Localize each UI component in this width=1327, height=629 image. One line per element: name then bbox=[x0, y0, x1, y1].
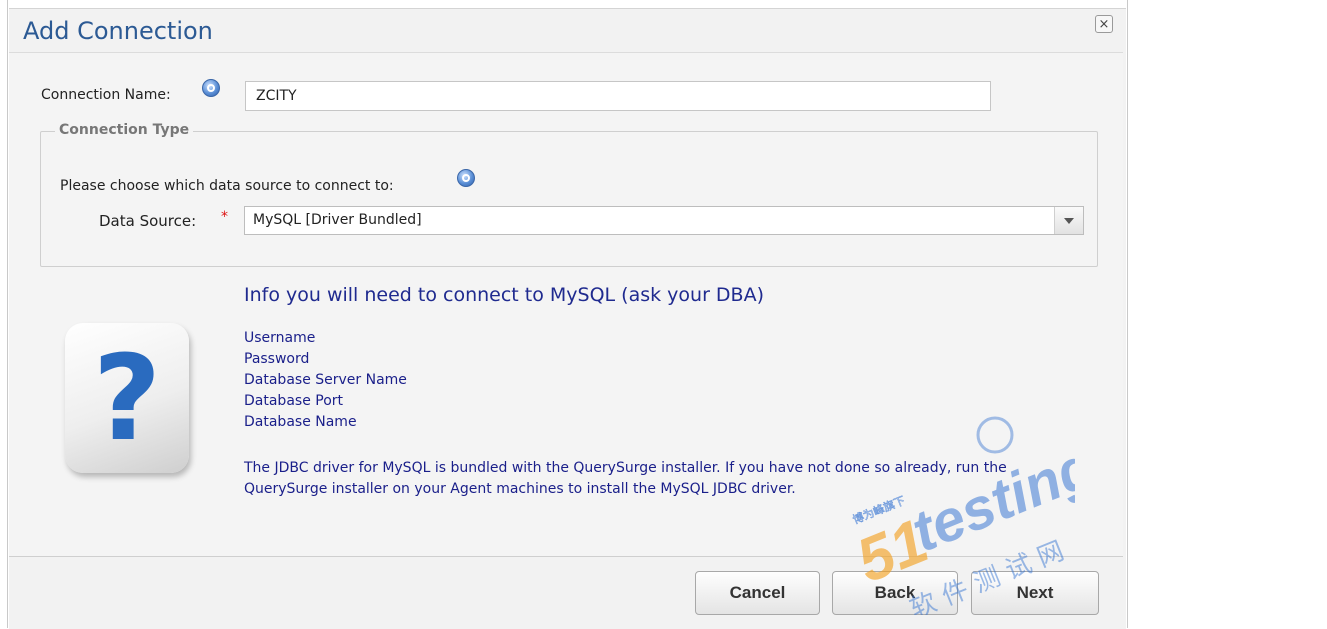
list-item: Username bbox=[244, 330, 316, 346]
list-item: Database Name bbox=[244, 414, 357, 430]
connection-type-legend: Connection Type bbox=[55, 122, 194, 138]
data-source-value: MySQL [Driver Bundled] bbox=[253, 212, 422, 228]
dialog-title: Add Connection bbox=[23, 17, 213, 45]
data-source-prompt: Please choose which data source to conne… bbox=[60, 178, 394, 194]
list-item: Password bbox=[244, 351, 310, 367]
chevron-down-icon[interactable] bbox=[1054, 207, 1083, 234]
left-border-line bbox=[7, 0, 8, 628]
info-requirements-list: Username Password Database Server Name D… bbox=[244, 328, 407, 433]
connection-name-input[interactable] bbox=[245, 81, 991, 111]
data-source-select[interactable]: MySQL [Driver Bundled] bbox=[244, 206, 1084, 235]
info-title: Info you will need to connect to MySQL (… bbox=[244, 284, 765, 306]
close-button[interactable]: × bbox=[1095, 15, 1113, 33]
data-source-label: Data Source: bbox=[99, 212, 197, 230]
cancel-button[interactable]: Cancel bbox=[695, 571, 820, 615]
connection-name-label: Connection Name: bbox=[41, 87, 171, 103]
connection-type-group: Connection Type Please choose which data… bbox=[40, 122, 1098, 267]
list-item: Database Server Name bbox=[244, 372, 407, 388]
close-icon: × bbox=[1098, 17, 1110, 32]
right-border-line bbox=[1127, 0, 1128, 628]
next-button[interactable]: Next bbox=[971, 571, 1099, 615]
list-item: Database Port bbox=[244, 393, 344, 409]
required-marker: * bbox=[221, 209, 228, 225]
back-button[interactable]: Back bbox=[832, 571, 958, 615]
help-icon[interactable] bbox=[457, 169, 475, 187]
dialog-content: Connection Name: Connection Type Please … bbox=[9, 52, 1123, 557]
help-icon[interactable] bbox=[202, 79, 220, 97]
add-connection-dialog: Add Connection × Connection Name: Connec… bbox=[9, 8, 1126, 629]
question-mark-icon: ? bbox=[65, 323, 189, 473]
driver-note: The JDBC driver for MySQL is bundled wit… bbox=[244, 460, 1007, 497]
